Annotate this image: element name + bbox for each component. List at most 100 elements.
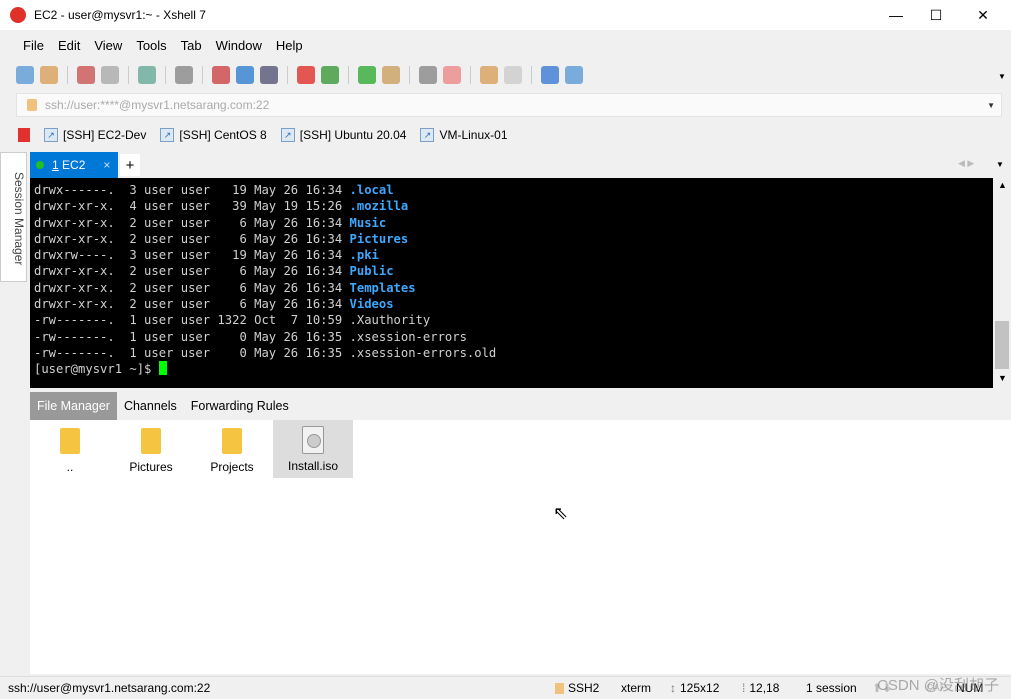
toolbar-separator [165,66,166,84]
link-item[interactable]: ↗ [SSH] CentOS 8 [160,128,267,142]
links-bookmark-icon[interactable] [18,128,30,142]
menu-help[interactable]: Help [269,38,310,53]
toolbar-separator [531,66,532,84]
open-folder-icon[interactable] [40,66,58,84]
status-term: xterm [621,681,651,695]
tab-close-icon[interactable]: × [103,158,110,172]
terminal-line-info: drwxr-xr-x. 2 user user 6 May 26 16:34 [34,280,350,295]
terminal-line: drwxr-xr-x. 2 user user 6 May 26 16:34 P… [34,231,993,247]
menu-tools[interactable]: Tools [129,38,173,53]
properties-icon[interactable] [138,66,156,84]
lock-icon [27,99,37,111]
maximize-button[interactable]: ☐ [913,0,959,30]
file-name: .pki [349,248,379,263]
file-name: Videos [349,297,394,312]
terminal-line: drwx------. 3 user user 19 May 26 16:34 … [34,182,993,198]
address-bar[interactable]: ssh://user:****@mysvr1.netsarang.com:22 … [16,93,1002,117]
tab-label: 1 EC2 [52,158,85,172]
menu-window[interactable]: Window [209,38,269,53]
chat-icon[interactable] [565,66,583,84]
terminal-scrollbar[interactable]: ▲ ▼ [993,178,1011,388]
help-icon[interactable] [541,66,559,84]
terminal-line: drwxr-xr-x. 2 user user 6 May 26 16:34 P… [34,263,993,279]
disconnect-icon[interactable] [101,66,119,84]
status-sessions: 1 session [806,681,857,695]
layout-icon[interactable] [504,66,522,84]
transfer-icon[interactable] [212,66,230,84]
toolbar-separator [470,66,471,84]
toolbar-separator [287,66,288,84]
link-item[interactable]: ↗ [SSH] EC2-Dev [44,128,146,142]
file-label: Install.iso [287,459,339,473]
new-folder-icon[interactable] [480,66,498,84]
terminal[interactable]: drwx------. 3 user user 19 May 26 16:34 … [30,178,993,388]
tab-ec2[interactable]: 1 EC2 × [30,152,118,178]
file-label: Pictures [129,460,173,474]
file-item[interactable]: .. [30,420,110,478]
tab-scroll-icon[interactable]: ◀ ▶ [958,158,974,169]
xshell-icon[interactable] [297,66,315,84]
connect-icon[interactable] [77,66,95,84]
connected-status-icon [36,161,44,169]
toolbar-separator [128,66,129,84]
terminal-line-info: drwxr-xr-x. 2 user user 6 May 26 16:34 [34,297,350,312]
folder-icon [60,428,80,454]
address-input[interactable]: ssh://user:****@mysvr1.netsarang.com:22 [45,98,269,112]
close-button[interactable]: ✕ [960,0,1006,30]
new-session-icon[interactable] [16,66,34,84]
link-label: [SSH] CentOS 8 [179,128,267,142]
app-logo-icon [10,7,26,23]
terminal-line: -rw-------. 1 user user 0 May 26 16:35 .… [34,329,993,345]
disc-image-icon [302,426,324,454]
file-manager: .. Pictures Projects Install.iso [30,420,1011,674]
file-item[interactable]: Pictures [111,420,191,478]
xftp-icon[interactable] [321,66,339,84]
address-dropdown-icon[interactable]: ▼ [987,101,995,110]
terminal-prompt: [user@mysvr1 ~]$ [34,362,159,377]
status-bar: ssh://user@mysvr1.netsarang.com:22 SSH2 … [0,676,1011,699]
file-name: .xsession-errors [349,329,467,344]
watermark: CSDN @没刮胡子 [877,677,999,694]
file-label: .. [66,460,74,474]
toolbar-overflow-icon[interactable]: ▼ [998,72,1006,81]
title-bar: EC2 - user@mysvr1:~ - Xshell 7 — ☐ ✕ [0,0,1011,30]
fullscreen-icon[interactable] [358,66,376,84]
tab-channels[interactable]: Channels [117,392,184,420]
find-icon[interactable] [175,66,193,84]
tab-file-manager[interactable]: File Manager [30,392,117,420]
menu-view[interactable]: View [87,38,129,53]
keyboard-icon[interactable] [419,66,437,84]
globe-icon[interactable] [236,66,254,84]
terminal-line: -rw-------. 1 user user 0 May 26 16:35 .… [34,345,993,361]
link-label: [SSH] EC2-Dev [63,128,147,142]
lock-icon [555,682,564,694]
terminal-line-info: drwxr-xr-x. 2 user user 6 May 26 16:34 [34,231,350,246]
scrollbar-thumb[interactable] [995,321,1009,369]
highlight-icon[interactable] [443,66,461,84]
new-tab-button[interactable]: + [120,154,140,176]
tab-number: 1 [52,158,59,172]
shortcut-icon: ↗ [160,128,175,142]
terminal-line-info: drwxr-xr-x. 2 user user 6 May 26 16:34 [34,264,350,279]
font-icon[interactable] [260,66,278,84]
file-name: .xsession-errors.old [349,345,497,360]
menu-file[interactable]: File [16,38,51,53]
link-item[interactable]: ↗ [SSH] Ubuntu 20.04 [280,128,406,142]
file-item[interactable]: Projects [192,420,272,478]
toolbar [16,62,583,88]
file-name: .mozilla [349,199,409,214]
tab-forwarding-rules[interactable]: Forwarding Rules [184,392,296,420]
terminal-line-info: -rw-------. 1 user user 1322 Oct 7 10:59 [34,313,350,328]
menu-tab[interactable]: Tab [174,38,209,53]
link-item[interactable]: ↗ VM-Linux-01 [420,128,508,142]
terminal-line-info: drwx------. 3 user user 19 May 26 16:34 [34,183,350,197]
terminal-cursor [158,361,167,376]
terminal-line-info: drwxr-xr-x. 2 user user 6 May 26 16:34 [34,215,350,230]
tab-list-icon[interactable]: ▼ [996,160,1004,169]
file-item[interactable]: Install.iso [273,420,353,478]
menu-edit[interactable]: Edit [51,38,87,53]
lock-icon[interactable] [382,66,400,84]
file-name: .local [349,183,394,197]
session-manager-tab[interactable]: Session Manager [0,152,27,282]
cursor-pos-icon: ⁞ [742,681,746,695]
